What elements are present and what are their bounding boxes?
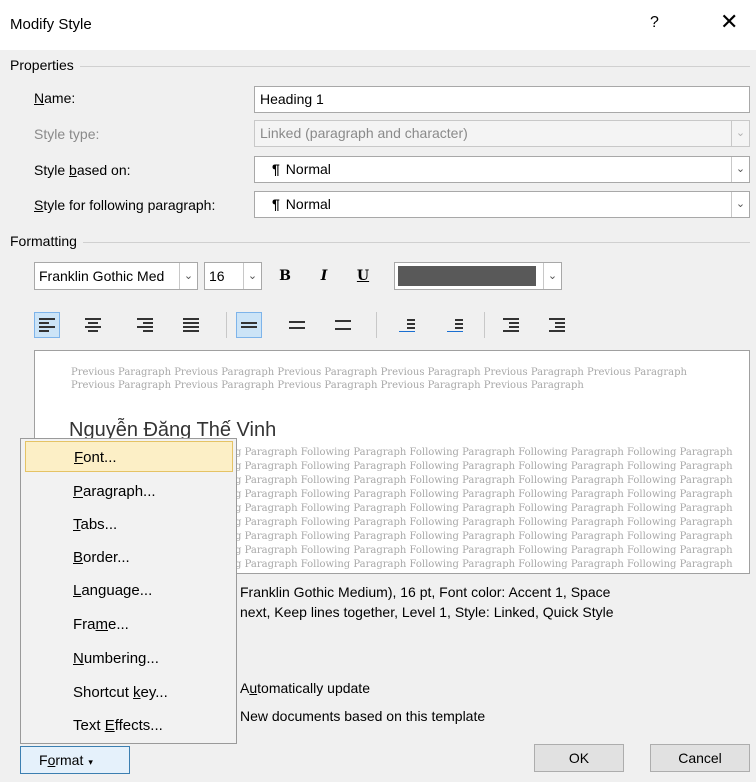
dropdown-arrow-icon: ▾: [88, 757, 93, 767]
close-icon[interactable]: ✕: [720, 10, 738, 35]
title-bar: Modify Style ? ✕: [0, 0, 756, 50]
chevron-down-icon: ⌄: [543, 263, 561, 289]
following-paragraph-line: g Paragraph Following Paragraph Followin…: [235, 559, 733, 570]
bold-button[interactable]: B: [272, 263, 298, 289]
dialog-title: Modify Style: [10, 16, 92, 33]
following-paragraph-line: g Paragraph Following Paragraph Followin…: [235, 517, 733, 528]
increase-paragraph-spacing-icon[interactable]: [394, 312, 420, 338]
following-paragraph-line: g Paragraph Following Paragraph Followin…: [235, 489, 733, 500]
based-on-label: Style based on:: [34, 162, 131, 178]
justify-button[interactable]: [178, 312, 204, 338]
new-documents-radio-label[interactable]: New documents based on this template: [240, 708, 485, 724]
chevron-down-icon: ⌄: [179, 263, 197, 289]
following-paragraph-line: g Paragraph Following Paragraph Followin…: [235, 461, 733, 472]
double-spacing-button[interactable]: [330, 312, 356, 338]
menu-item-tabs[interactable]: Tabs...: [21, 509, 236, 540]
menu-item-shortcut-key[interactable]: Shortcut key...: [21, 677, 236, 708]
chevron-down-icon: ⌄: [731, 157, 749, 182]
font-color-select[interactable]: ⌄: [394, 262, 562, 290]
format-menu: Font... Paragraph... Tabs... Border... L…: [20, 438, 237, 744]
following-paragraph-label: Style for following paragraph:: [34, 197, 216, 213]
chevron-down-icon: ⌄: [243, 263, 261, 289]
align-center-button[interactable]: [80, 312, 106, 338]
toolbar-separator: [484, 312, 485, 338]
toolbar-separator: [226, 312, 227, 338]
name-input[interactable]: Heading 1: [254, 86, 750, 113]
decrease-indent-icon[interactable]: [498, 312, 524, 338]
chevron-down-icon: ⌄: [731, 121, 749, 146]
increase-indent-icon[interactable]: [544, 312, 570, 338]
following-paragraph-line: g Paragraph Following Paragraph Followin…: [235, 531, 733, 542]
formatting-group-label: Formatting: [10, 233, 83, 249]
formatting-divider: [10, 242, 750, 243]
following-paragraph-line: g Paragraph Following Paragraph Followin…: [235, 545, 733, 556]
format-menu-button[interactable]: Format ▾: [20, 746, 130, 774]
menu-item-border[interactable]: Border...: [21, 542, 236, 573]
cancel-button[interactable]: Cancel: [650, 744, 750, 772]
pilcrow-icon: ¶: [272, 196, 280, 212]
align-right-button[interactable]: [132, 312, 158, 338]
chevron-down-icon: ⌄: [731, 192, 749, 217]
previous-paragraph-text: Previous Paragraph Previous Paragraph Pr…: [71, 367, 687, 391]
following-paragraph-line: g Paragraph Following Paragraph Followin…: [235, 475, 733, 486]
auto-update-checkbox-label[interactable]: Automatically update: [240, 680, 370, 696]
style-type-select: Linked (paragraph and character) ⌄: [254, 120, 750, 147]
name-label: Name:: [34, 90, 76, 106]
style-description-line: next, Keep lines together, Level 1, Styl…: [240, 604, 614, 620]
underline-button[interactable]: U: [350, 263, 376, 289]
properties-divider: [10, 66, 750, 67]
single-spacing-button[interactable]: [236, 312, 262, 338]
font-name-select[interactable]: Franklin Gothic Med ⌄: [34, 262, 198, 290]
menu-item-numbering[interactable]: Numbering...: [21, 643, 236, 674]
font-size-select[interactable]: 16 ⌄: [204, 262, 262, 290]
pilcrow-icon: ¶: [272, 161, 280, 177]
menu-item-text-effects[interactable]: Text Effects...: [21, 710, 236, 741]
toolbar-separator: [376, 312, 377, 338]
align-left-button[interactable]: [34, 312, 60, 338]
style-description-line: Franklin Gothic Medium), 16 pt, Font col…: [240, 584, 611, 600]
one-half-spacing-button[interactable]: [284, 312, 310, 338]
ok-button[interactable]: OK: [534, 744, 624, 772]
based-on-select[interactable]: ¶ Normal ⌄: [254, 156, 750, 183]
menu-item-frame[interactable]: Frame...: [21, 609, 236, 640]
help-button[interactable]: ?: [650, 14, 659, 32]
properties-group-label: Properties: [10, 57, 80, 73]
menu-item-font[interactable]: Font...: [25, 441, 233, 472]
following-paragraph-line: g Paragraph Following Paragraph Followin…: [235, 503, 733, 514]
style-type-label: Style type:: [34, 126, 100, 142]
decrease-paragraph-spacing-icon[interactable]: [442, 312, 468, 338]
following-paragraph-select[interactable]: ¶ Normal ⌄: [254, 191, 750, 218]
font-color-swatch: [398, 266, 536, 286]
italic-button[interactable]: I: [311, 263, 337, 289]
menu-item-language[interactable]: Language...: [21, 575, 236, 606]
menu-item-paragraph[interactable]: Paragraph...: [21, 476, 236, 507]
following-paragraph-line: g Paragraph Following Paragraph Followin…: [235, 447, 733, 458]
